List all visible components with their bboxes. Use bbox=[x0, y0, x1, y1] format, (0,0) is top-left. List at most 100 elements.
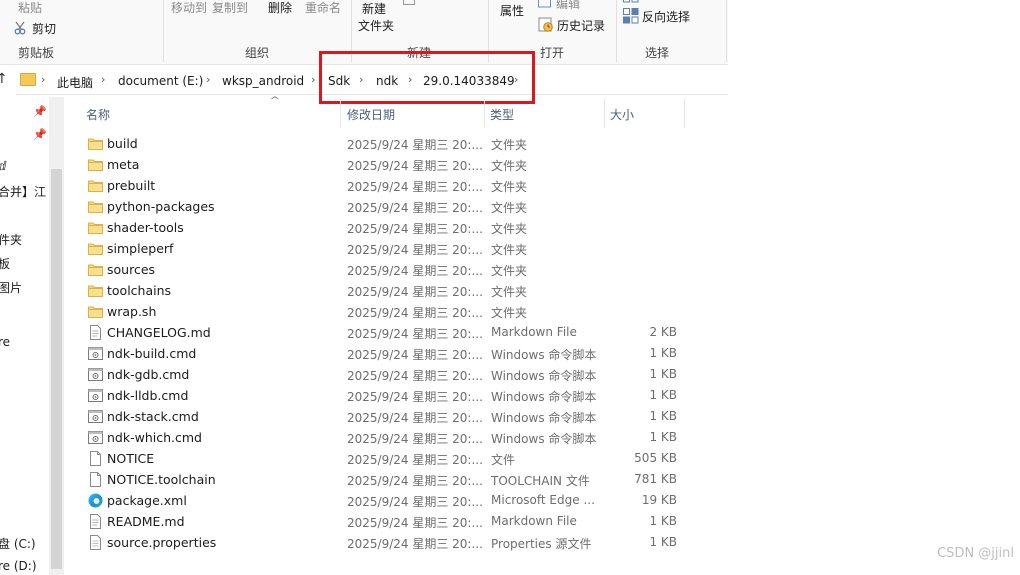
file-name: README.md bbox=[107, 514, 185, 529]
chevron-right-icon[interactable]: › bbox=[311, 73, 315, 86]
file-row[interactable]: ndk-build.cmd 2025/9/24 星期三 20:... Windows… bbox=[64, 343, 704, 364]
properties-button[interactable]: 属性 bbox=[500, 2, 524, 19]
new-folder-button-line2[interactable]: 文件夹 bbox=[358, 17, 394, 34]
file-row[interactable]: NOTICE 2025/9/24 星期三 20:... 文件 505 KB bbox=[64, 448, 704, 469]
file-size: 1 KB bbox=[649, 535, 677, 549]
column-divider[interactable] bbox=[484, 99, 485, 127]
file-row[interactable]: source.properties 2025/9/24 星期三 20:... Pro… bbox=[64, 532, 704, 553]
copy-to-button[interactable]: 复制到 bbox=[212, 0, 248, 16]
file-type: Windows 命令脚本 bbox=[491, 432, 597, 446]
file-date: 2025/9/24 星期三 20:... bbox=[347, 180, 483, 194]
file-row[interactable]: package.xml 2025/9/24 星期三 20:... Microsoft… bbox=[64, 490, 704, 511]
file-type: TOOLCHAIN 文件 bbox=[491, 474, 590, 488]
column-name[interactable]: 名称 bbox=[86, 106, 110, 123]
history-button[interactable]: 历史记录 bbox=[557, 17, 605, 34]
file-icon bbox=[88, 472, 103, 487]
ribbon-divider bbox=[616, 0, 617, 62]
file-size: 2 KB bbox=[649, 325, 677, 339]
breadcrumb-item[interactable]: wksp_android bbox=[222, 74, 304, 88]
file-type: 文件夹 bbox=[491, 159, 528, 173]
paste-button[interactable]: 粘贴 bbox=[18, 0, 42, 16]
nav-item[interactable]: 合并】江 bbox=[0, 183, 46, 200]
file-row[interactable]: ndk-gdb.cmd 2025/9/24 星期三 20:... Windows 命… bbox=[64, 364, 704, 385]
file-size: 19 KB bbox=[641, 493, 677, 507]
up-arrow-icon[interactable]: ↑ bbox=[0, 71, 8, 87]
file-row[interactable]: ndk-lldb.cmd 2025/9/24 星期三 20:... Windows … bbox=[64, 385, 704, 406]
column-divider[interactable] bbox=[604, 99, 605, 127]
organize-group-label: 组织 bbox=[245, 46, 270, 60]
file-row[interactable]: README.md 2025/9/24 星期三 20:... Markdown Fi… bbox=[64, 511, 704, 532]
file-row[interactable]: wrap.sh 2025/9/24 星期三 20:... 文件夹 bbox=[64, 301, 704, 322]
nav-item[interactable]: 件夹 bbox=[0, 231, 22, 248]
file-type: Markdown File bbox=[491, 325, 577, 339]
file-row[interactable]: NOTICE.toolchain 2025/9/24 星期三 20:... TOOL… bbox=[64, 469, 704, 490]
file-date: 2025/9/24 星期三 20:... bbox=[347, 411, 483, 425]
column-divider[interactable] bbox=[340, 99, 341, 127]
folder-icon bbox=[88, 241, 103, 256]
file-date: 2025/9/24 星期三 20:... bbox=[347, 285, 483, 299]
new-folder-button[interactable]: 新建 bbox=[362, 0, 386, 17]
file-date: 2025/9/24 星期三 20:... bbox=[347, 474, 483, 488]
file-type: 文件夹 bbox=[491, 180, 528, 194]
file-name: shader-tools bbox=[107, 220, 184, 235]
cmd-script-icon bbox=[88, 367, 103, 382]
file-size: 781 KB bbox=[634, 472, 677, 486]
folder-icon bbox=[88, 178, 103, 193]
breadcrumb-item[interactable]: document (E:) bbox=[118, 74, 203, 88]
file-name: ndk-which.cmd bbox=[107, 430, 202, 445]
edit-button[interactable]: 编辑 bbox=[556, 0, 580, 12]
sort-arrow-icon: ^ bbox=[269, 96, 281, 106]
properties-file-icon bbox=[88, 535, 103, 550]
file-name: python-packages bbox=[107, 199, 215, 214]
file-type: 文件夹 bbox=[491, 222, 528, 236]
markdown-file-icon bbox=[88, 514, 103, 529]
file-row[interactable]: python-packages 2025/9/24 星期三 20:... 文件夹 bbox=[64, 196, 704, 217]
file-row[interactable]: shader-tools 2025/9/24 星期三 20:... 文件夹 bbox=[64, 217, 704, 238]
file-name: NOTICE bbox=[107, 451, 155, 466]
nav-scrollbar-thumb[interactable] bbox=[51, 169, 62, 569]
move-to-button[interactable]: 移动到 bbox=[171, 0, 207, 16]
file-row[interactable]: toolchains 2025/9/24 星期三 20:... 文件夹 bbox=[64, 280, 704, 301]
delete-button[interactable]: 删除 bbox=[268, 0, 292, 16]
file-row[interactable]: sources 2025/9/24 星期三 20:... 文件夹 bbox=[64, 259, 704, 280]
markdown-file-icon bbox=[88, 325, 103, 340]
file-row[interactable]: CHANGELOG.md 2025/9/24 星期三 20:... Markdown… bbox=[64, 322, 704, 343]
file-name: ndk-lldb.cmd bbox=[107, 388, 189, 403]
file-icon bbox=[88, 451, 103, 466]
nav-item[interactable]: ⅆ bbox=[0, 159, 7, 173]
rename-button[interactable]: 重命名 bbox=[305, 0, 341, 16]
file-row[interactable]: build 2025/9/24 星期三 20:... 文件夹 bbox=[64, 133, 704, 154]
column-divider[interactable] bbox=[684, 99, 685, 127]
nav-item-drive-c[interactable]: 盘 (C:) bbox=[0, 535, 36, 552]
folder-icon bbox=[88, 220, 103, 235]
pin-icon[interactable]: 📌 bbox=[33, 128, 47, 141]
nav-item[interactable]: 板 bbox=[0, 255, 10, 272]
chevron-right-icon[interactable]: › bbox=[101, 73, 105, 86]
file-type: Properties 源文件 bbox=[491, 537, 592, 551]
column-type[interactable]: 类型 bbox=[490, 106, 514, 123]
file-type: Windows 命令脚本 bbox=[491, 369, 597, 383]
file-row[interactable]: simpleperf 2025/9/24 星期三 20:... 文件夹 bbox=[64, 238, 704, 259]
file-row[interactable]: ndk-which.cmd 2025/9/24 星期三 20:... Windows… bbox=[64, 427, 704, 448]
file-date: 2025/9/24 星期三 20:... bbox=[347, 159, 483, 173]
breadcrumb-item[interactable]: 此电脑 bbox=[57, 74, 93, 91]
file-name: NOTICE.toolchain bbox=[107, 472, 216, 487]
pin-icon[interactable]: 📌 bbox=[33, 105, 47, 118]
file-date: 2025/9/24 星期三 20:... bbox=[347, 537, 483, 551]
column-size[interactable]: 大小 bbox=[610, 106, 634, 123]
invert-selection-button[interactable]: 反向选择 bbox=[642, 8, 690, 25]
file-row[interactable]: ndk-stack.cmd 2025/9/24 星期三 20:... Windows… bbox=[64, 406, 704, 427]
file-date: 2025/9/24 星期三 20:... bbox=[347, 348, 483, 362]
file-name: simpleperf bbox=[107, 241, 174, 256]
nav-item[interactable]: 图片 bbox=[0, 279, 22, 296]
file-row[interactable]: prebuilt 2025/9/24 星期三 20:... 文件夹 bbox=[64, 175, 704, 196]
file-type: 文件夹 bbox=[491, 285, 528, 299]
chevron-right-icon[interactable]: › bbox=[206, 73, 210, 86]
file-row[interactable]: meta 2025/9/24 星期三 20:... 文件夹 bbox=[64, 154, 704, 175]
nav-item[interactable]: re bbox=[0, 335, 10, 349]
column-date[interactable]: 修改日期 bbox=[347, 106, 395, 123]
nav-item-drive-d[interactable]: re (D:) bbox=[0, 559, 37, 573]
chevron-right-icon[interactable]: › bbox=[41, 73, 45, 86]
file-name: ndk-build.cmd bbox=[107, 346, 197, 361]
cut-button[interactable]: 剪切 bbox=[32, 20, 56, 37]
